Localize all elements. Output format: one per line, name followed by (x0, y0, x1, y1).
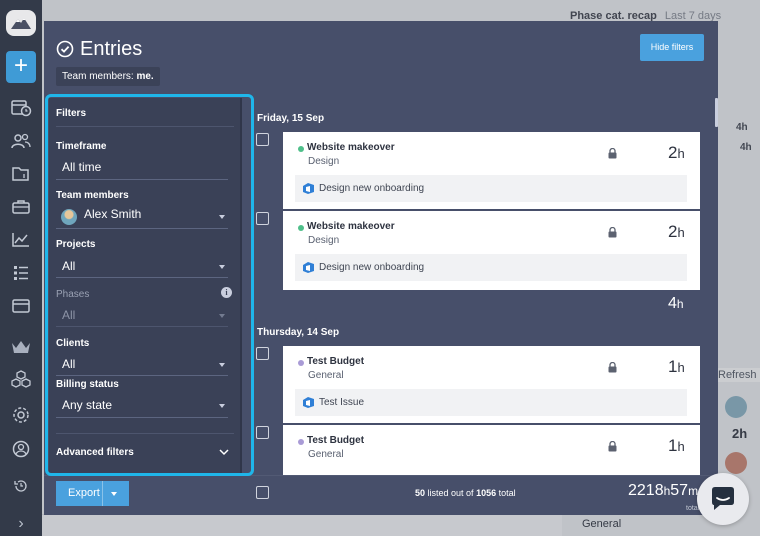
listed-count: 50 (415, 488, 426, 498)
crown-icon[interactable] (10, 337, 32, 357)
issue-title: Design new onboarding (319, 183, 425, 194)
hours-unit: h (677, 439, 685, 454)
export-label: Export (68, 487, 100, 499)
entry-project: Test Budget (307, 435, 365, 446)
issue-title: Design new onboarding (319, 262, 425, 273)
export-button[interactable]: Export (56, 481, 129, 506)
project-color-dot (298, 146, 304, 152)
folder-icon[interactable] (10, 164, 32, 184)
entry-task: General (308, 449, 344, 460)
project-color-dot (298, 439, 304, 445)
entry-card[interactable]: Website makeover Design 2h Design new on… (283, 211, 700, 290)
hours-unit: h (676, 297, 684, 311)
page-title: Entries (80, 37, 143, 60)
lock-icon (608, 148, 617, 159)
user-account-icon[interactable] (10, 439, 32, 459)
app-sidebar: + › (0, 0, 42, 536)
linked-issue[interactable]: Test Issue (295, 389, 687, 416)
history-icon[interactable] (10, 476, 32, 496)
hours-unit: h (677, 146, 685, 161)
project-color-dot (298, 225, 304, 231)
listed-count-text: 50 listed out of 1056 total (415, 488, 516, 498)
entry-hours: 2h (668, 222, 685, 242)
chevron-down-icon[interactable] (111, 492, 117, 496)
add-icon[interactable]: + (6, 51, 36, 83)
listed-text: listed out of (427, 488, 474, 498)
modal-footer: Export 50 listed out of 1056 total 2218h… (44, 475, 718, 515)
members-value: me. (136, 71, 154, 82)
entries-list: Friday, 15 Sep Website makeover Design 2… (252, 98, 718, 475)
day-total-value: 4 (668, 295, 677, 312)
grand-minutes: 57 (670, 482, 689, 499)
day-heading: Friday, 15 Sep (257, 113, 325, 124)
total-word: total (498, 488, 516, 498)
team-members-chip[interactable]: Team members: me. (56, 67, 160, 86)
hours-unit: h (677, 225, 685, 240)
calendar-time-icon[interactable] (10, 97, 32, 117)
expand-sidebar-chevron-icon[interactable]: › (0, 512, 42, 536)
hours-unit: h (677, 360, 685, 375)
entry-hours: 1h (668, 436, 685, 456)
entry-project: Website makeover (307, 142, 395, 153)
azure-devops-icon (303, 262, 314, 273)
lock-icon (608, 441, 617, 452)
linked-issue[interactable]: Design new onboarding (295, 175, 687, 202)
day-total: 4h (668, 295, 684, 313)
entry-checkbox[interactable] (256, 426, 269, 439)
entry-project: Test Budget (307, 356, 365, 367)
entry-hours: 2h (668, 143, 685, 163)
chat-icon (712, 487, 734, 510)
filters-highlight-outline (45, 94, 254, 476)
entry-checkbox[interactable] (256, 133, 269, 146)
linked-issue[interactable]: Design new onboarding (295, 254, 687, 281)
entries-scrollbar[interactable] (715, 98, 718, 127)
hide-filters-button[interactable]: Hide filters (640, 34, 704, 61)
project-color-dot (298, 360, 304, 366)
issue-title: Test Issue (319, 397, 365, 408)
entry-task: Design (308, 156, 340, 167)
lock-icon (608, 227, 617, 238)
select-all-checkbox[interactable] (256, 486, 269, 499)
window-icon[interactable] (10, 296, 32, 316)
entry-checkbox[interactable] (256, 347, 269, 360)
azure-devops-icon (303, 397, 314, 408)
modal-header: Entries (56, 37, 142, 61)
entry-card[interactable]: Test Budget General 1h Test Issue (283, 346, 700, 423)
settings-gear-icon[interactable] (10, 405, 32, 425)
entry-checkbox[interactable] (256, 212, 269, 225)
entry-task: General (308, 370, 344, 381)
check-circle-icon (56, 40, 74, 58)
grand-total: 2218h57m (628, 482, 698, 500)
total-count: 1056 (476, 488, 497, 498)
team-icon[interactable] (10, 131, 32, 151)
chart-icon[interactable] (10, 230, 32, 250)
chat-launcher[interactable] (697, 473, 749, 525)
entry-hours: 1h (668, 357, 685, 377)
export-divider (102, 481, 103, 506)
lock-icon (608, 362, 617, 373)
entry-card[interactable]: Test Budget General 1h (283, 425, 700, 475)
day-heading: Thursday, 14 Sep (257, 327, 340, 338)
list-icon[interactable] (10, 263, 32, 283)
azure-devops-icon (303, 183, 314, 194)
members-prefix: Team members: (62, 71, 134, 82)
entry-task: Design (308, 235, 340, 246)
app-logo[interactable] (6, 10, 36, 36)
briefcase-icon[interactable] (10, 197, 32, 217)
entry-card[interactable]: Website makeover Design 2h Design new on… (283, 132, 700, 209)
cubes-icon[interactable] (10, 369, 32, 389)
entry-project: Website makeover (307, 221, 395, 232)
grand-hours: 2218 (628, 482, 664, 499)
